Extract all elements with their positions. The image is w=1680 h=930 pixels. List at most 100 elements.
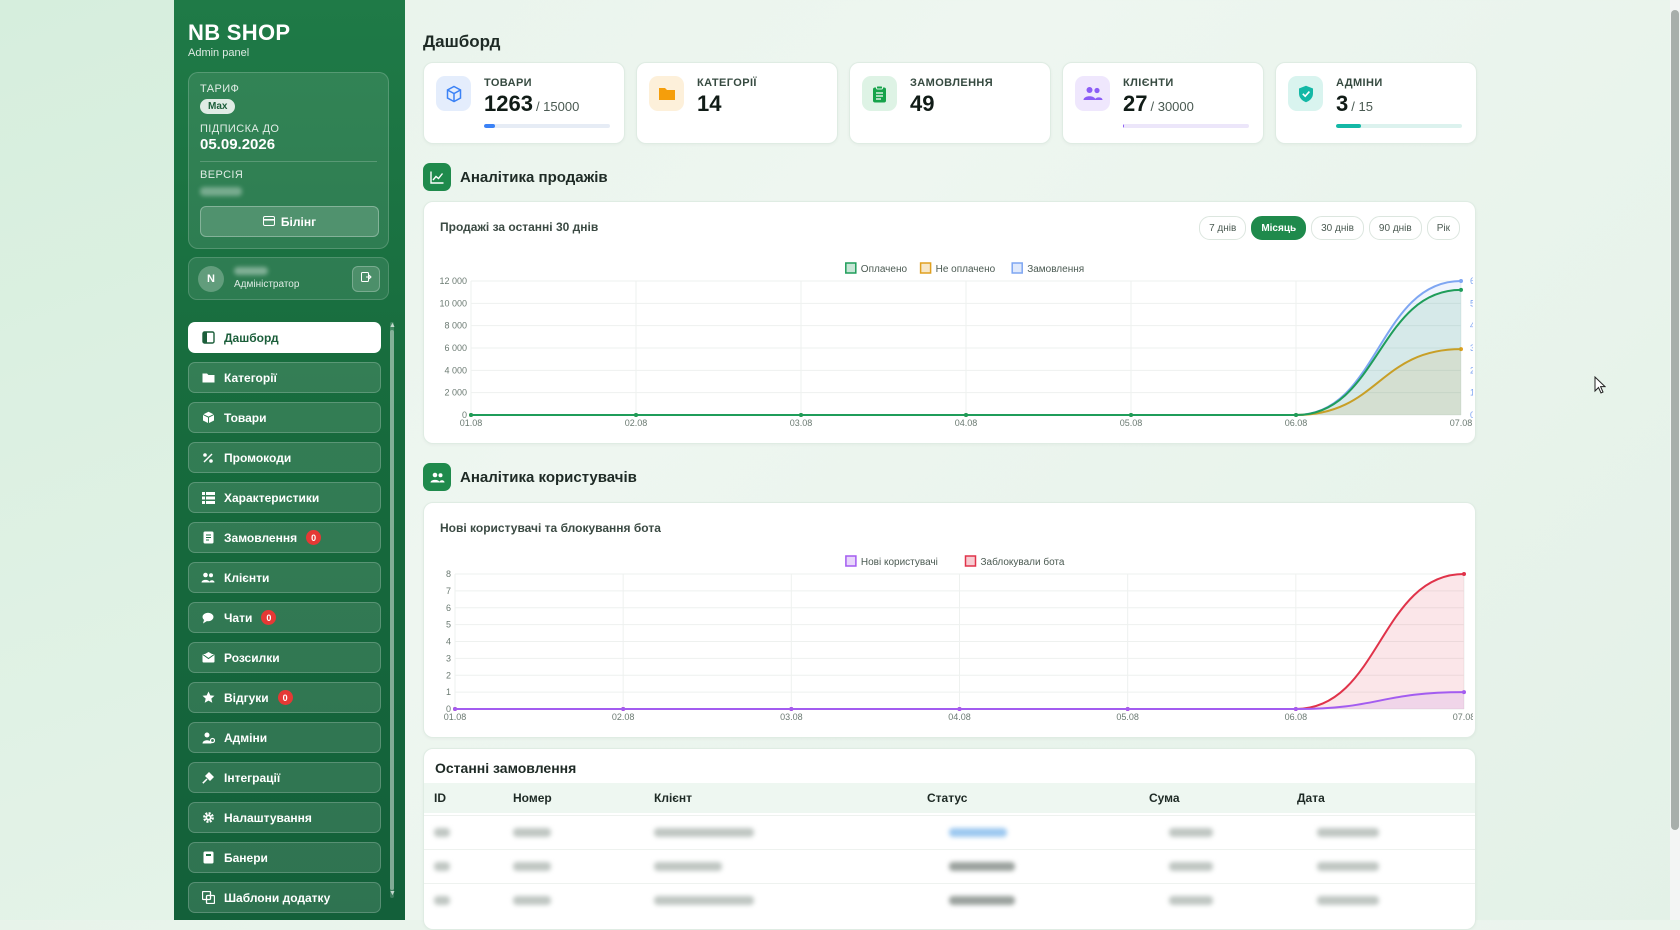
sidebar-item-clients[interactable]: Клієнти bbox=[188, 562, 381, 593]
sidebar-item-integrations[interactable]: Інтеграції bbox=[188, 762, 381, 793]
data-point bbox=[964, 413, 968, 417]
sidebar-item-banners[interactable]: Банери bbox=[188, 842, 381, 873]
data-point bbox=[469, 413, 473, 417]
brand-subtitle: Admin panel bbox=[188, 47, 250, 59]
page-scrollbar-thumb[interactable] bbox=[1671, 10, 1679, 830]
main-content: Дашборд ТОВАРИ 1263/ 15000 КАТЕГОРІЇ 14 … bbox=[405, 0, 1675, 930]
y-tick-label: 3 bbox=[446, 653, 451, 663]
status-badge bbox=[949, 862, 1015, 871]
sidebar-item-attributes[interactable]: Характеристики bbox=[188, 482, 381, 513]
y-tick-label: 5 bbox=[446, 620, 451, 630]
legend-label: Не оплачено bbox=[936, 264, 996, 275]
list-icon bbox=[201, 491, 215, 505]
version-label: ВЕРСІЯ bbox=[200, 169, 244, 181]
orders-count-badge: 0 bbox=[306, 530, 322, 545]
sidebar-item-settings[interactable]: Налаштування bbox=[188, 802, 381, 833]
sales-chart: 0 2 000 4 000 6 000 8 000 10 000 12 000 01.08 02… bbox=[439, 262, 1473, 428]
stat-progress-bar bbox=[1336, 124, 1462, 128]
data-point bbox=[1293, 707, 1298, 711]
data-point bbox=[1462, 690, 1466, 695]
x-tick-label: 04.08 bbox=[955, 418, 978, 428]
table-row[interactable] bbox=[424, 883, 1475, 918]
admin-icon bbox=[201, 731, 215, 745]
sidebar-item-templates[interactable]: Шаблони додатку bbox=[188, 882, 381, 913]
column-header-status[interactable]: Статус bbox=[927, 791, 967, 805]
stat-progress-fill bbox=[484, 124, 495, 128]
sidebar-item-dashboard[interactable]: Дашборд bbox=[188, 322, 381, 353]
y-tick-label: 2 bbox=[446, 670, 451, 680]
mouse-cursor-icon bbox=[1594, 375, 1607, 399]
card-icon bbox=[262, 215, 275, 229]
y-tick-label: 12 000 bbox=[439, 276, 467, 286]
avatar: N bbox=[198, 266, 224, 292]
sidebar-item-label: Товари bbox=[224, 410, 267, 425]
sidebar-item-promocodes[interactable]: Промокоди bbox=[188, 442, 381, 473]
sidebar-item-mailings[interactable]: Розсилки bbox=[188, 642, 381, 673]
billing-button[interactable]: Білінг bbox=[200, 206, 379, 237]
x-tick-label: 06.08 bbox=[1285, 712, 1308, 722]
sidebar-scroll-down-icon[interactable]: ▼ bbox=[389, 890, 396, 897]
column-header-sum[interactable]: Сума bbox=[1149, 791, 1180, 805]
logout-button[interactable] bbox=[352, 266, 380, 292]
sidebar-item-chats[interactable]: Чати 0 bbox=[188, 602, 381, 633]
page-title: Дашборд bbox=[423, 32, 501, 51]
sidebar-item-admins[interactable]: Адміни bbox=[188, 722, 381, 753]
data-point bbox=[1125, 707, 1130, 711]
logout-icon bbox=[360, 270, 372, 288]
x-tick-label: 07.08 bbox=[1450, 418, 1473, 428]
data-point bbox=[1459, 279, 1463, 283]
stat-label: ТОВАРИ bbox=[484, 77, 532, 89]
sidebar-item-label: Шаблони додатку bbox=[224, 890, 331, 905]
brand: NB SHOP Admin panel bbox=[188, 20, 290, 59]
y-tick-label: 2 000 bbox=[444, 388, 467, 398]
sidebar-item-label: Адміни bbox=[224, 730, 268, 745]
x-tick-label: 02.08 bbox=[625, 418, 648, 428]
table-row[interactable] bbox=[424, 815, 1475, 850]
legend-swatch bbox=[1011, 262, 1023, 274]
sidebar-item-reviews[interactable]: Відгуки 0 bbox=[188, 682, 381, 713]
column-header-client[interactable]: Клієнт bbox=[654, 791, 692, 805]
y-tick-label: 6 bbox=[446, 603, 451, 613]
sidebar-nav: Дашборд Категорії Товари Промокоди Харак… bbox=[188, 322, 381, 920]
x-tick-label: 05.08 bbox=[1120, 418, 1143, 428]
data-point bbox=[1459, 287, 1463, 292]
sidebar: NB SHOP Admin panel ТАРИФ Max ПІДПИСКА Д… bbox=[174, 0, 405, 920]
sidebar-scrollbar[interactable] bbox=[390, 322, 394, 898]
data-point bbox=[1462, 572, 1466, 576]
stat-value: 1263/ 15000 bbox=[484, 91, 579, 117]
sidebar-item-label: Інтеграції bbox=[224, 770, 281, 785]
stat-card-orders[interactable]: ЗАМОВЛЕННЯ 49 bbox=[849, 62, 1051, 144]
user-role: Адміністратор bbox=[234, 279, 300, 290]
x-tick-label: 04.08 bbox=[948, 712, 971, 722]
cube-icon bbox=[436, 76, 471, 111]
sidebar-item-orders[interactable]: Замовлення 0 bbox=[188, 522, 381, 553]
table-row[interactable] bbox=[424, 849, 1475, 884]
page-scrollbar[interactable] bbox=[1670, 0, 1680, 920]
stat-value: 3/ 15 bbox=[1336, 91, 1373, 117]
banner-icon bbox=[201, 851, 215, 865]
sales-chart-panel: Продажі за останні 30 днів 7 днів Місяць… bbox=[423, 201, 1476, 444]
stat-label: АДМІНИ bbox=[1336, 77, 1383, 89]
y2-tick-label: 0 bbox=[1470, 410, 1473, 420]
column-header-number[interactable]: Номер bbox=[513, 791, 552, 805]
stat-card-categories[interactable]: КАТЕГОРІЇ 14 bbox=[636, 62, 838, 144]
sidebar-item-label: Налаштування bbox=[224, 810, 312, 825]
x-tick-label: 05.08 bbox=[1116, 712, 1139, 722]
stat-label: КЛІЄНТИ bbox=[1123, 77, 1174, 89]
sidebar-scrollbar-thumb[interactable] bbox=[390, 330, 394, 890]
x-tick-label: 01.08 bbox=[444, 712, 467, 722]
legend-label: Заблокували бота bbox=[981, 556, 1065, 568]
sidebar-item-categories[interactable]: Категорії bbox=[188, 362, 381, 393]
mail-icon bbox=[201, 651, 215, 665]
column-header-id[interactable]: ID bbox=[434, 791, 446, 805]
column-header-date[interactable]: Дата bbox=[1297, 791, 1325, 805]
dashboard-icon bbox=[201, 331, 215, 345]
legend-label: Нові користувачі bbox=[861, 557, 938, 568]
stat-card-clients[interactable]: КЛІЄНТИ 27/ 30000 bbox=[1062, 62, 1264, 144]
page-background bbox=[0, 0, 174, 920]
sidebar-item-products[interactable]: Товари bbox=[188, 402, 381, 433]
stat-card-products[interactable]: ТОВАРИ 1263/ 15000 bbox=[423, 62, 625, 144]
billing-label: Білінг bbox=[280, 214, 317, 229]
stat-card-admins[interactable]: АДМІНИ 3/ 15 bbox=[1275, 62, 1477, 144]
stat-label: КАТЕГОРІЇ bbox=[697, 77, 757, 89]
